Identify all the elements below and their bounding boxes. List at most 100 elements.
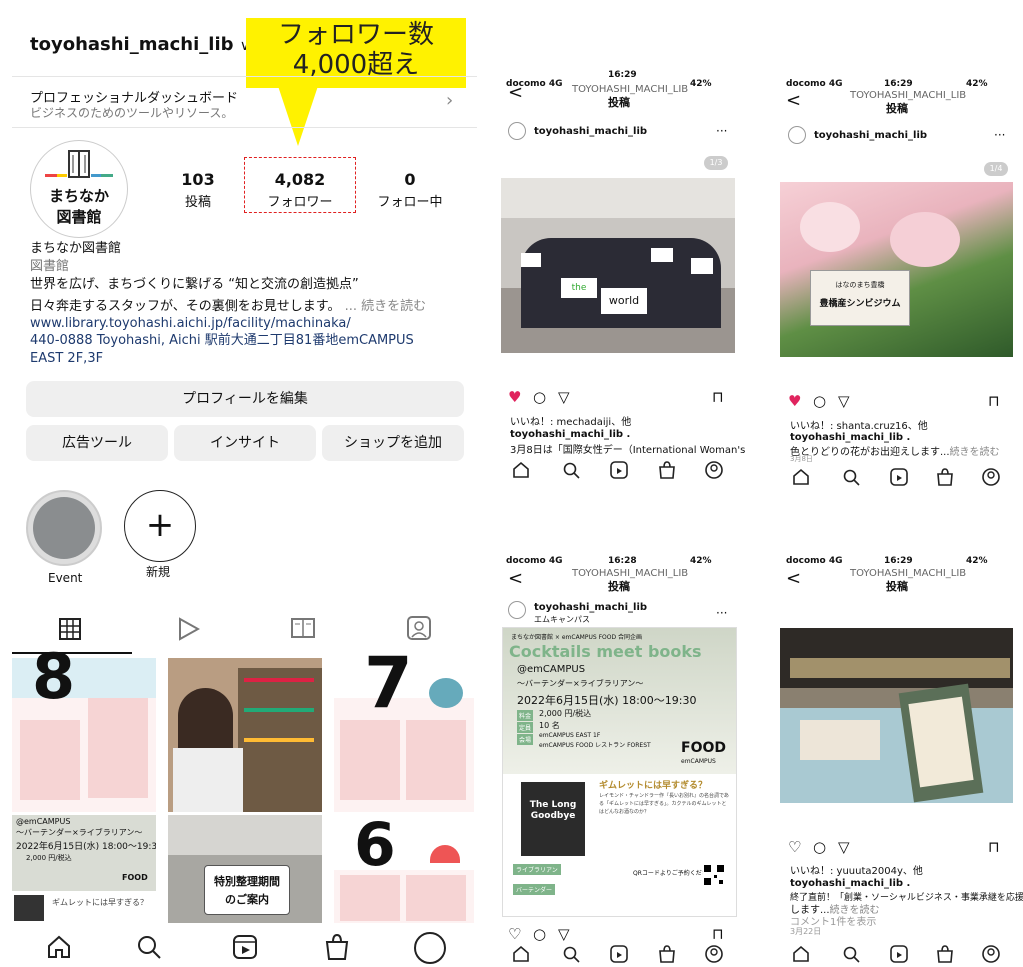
avatar-text-1: まちなか [48,187,109,205]
new-highlight-button[interactable]: + [124,490,196,562]
p1-save-icon[interactable]: ⊓ [712,388,724,406]
p1-user-avatar[interactable] [508,122,526,140]
p1-reels-icon[interactable] [610,461,628,479]
guides-tab-icon[interactable] [290,616,316,640]
ad-tools-button[interactable]: 広告ツール [26,425,168,461]
grid-post-2[interactable] [168,658,322,812]
p4-time: 16:29 [884,556,913,566]
p3-user-avatar[interactable] [508,601,526,619]
post-4-campus: @emCAMPUS [16,817,71,826]
chevron-right-icon[interactable]: › [446,90,453,111]
p2-search-icon[interactable] [842,468,860,486]
home-icon[interactable] [46,934,72,960]
p1-share-icon[interactable]: ▽ [558,388,570,406]
edit-profile-button[interactable]: プロフィールを編集 [26,381,464,417]
grid-post-4[interactable]: @emCAMPUS ～バーテンダー×ライブラリアン～ 2022年6月15日(水)… [12,815,156,923]
read-more-link[interactable]: ... 続きを読む [345,299,427,314]
insights-button[interactable]: インサイト [174,425,316,461]
p4-save-icon[interactable]: ⊓ [988,838,1000,856]
website-link[interactable]: www.library.toyohashi.aichi.jp/facility/… [30,316,351,331]
grid-post-3[interactable]: 7 [334,648,474,812]
p1-post-image[interactable]: the world [501,178,735,353]
p2-caption-user[interactable]: toyohashi_machi_lib . [790,432,910,443]
grid-post-5[interactable]: 特別整理期間 のご案内 [168,815,322,923]
profile-nav-avatar[interactable] [414,932,446,964]
grid-post-1[interactable]: 8 [12,646,156,812]
p1-username[interactable]: toyohashi_machi_lib [534,126,647,137]
p3-comment-icon[interactable]: ○ [533,925,546,943]
p3-cap: 10 名 [539,721,560,730]
p3-search-icon[interactable] [562,945,580,963]
p4-reels-icon[interactable] [890,945,908,963]
p2-username[interactable]: toyohashi_machi_lib [814,130,927,141]
p3-home-icon[interactable] [512,945,530,963]
p2-home-icon[interactable] [792,468,810,486]
following-label[interactable]: フォロー中 [365,191,455,210]
shop-icon[interactable] [324,933,350,961]
profile-category: 図書館 [30,259,70,274]
p1-profile-icon[interactable] [705,461,723,479]
profile-username[interactable]: toyohashi_machi_lib ∨ [30,34,250,55]
p1-shop-icon[interactable] [658,461,676,479]
p3-lib-label: ライブラリアン [513,864,561,875]
reels-tab-icon[interactable] [176,617,200,641]
p1-home-icon[interactable] [512,461,530,479]
p3-reels-icon[interactable] [610,945,628,963]
tagged-tab-icon[interactable] [406,615,432,641]
p2-date: 3月8日 [790,455,813,463]
p4-search-icon[interactable] [842,945,860,963]
p1-likes[interactable]: いいね！: mechadaiji、他 [510,413,631,428]
p3-share-icon[interactable]: ▽ [558,925,570,943]
p2-like-icon[interactable]: ♥ [788,392,801,410]
p1-search-icon[interactable] [562,461,580,479]
p3-head: まちなか図書館 × emCAMPUS FOOD 合同企画 [511,634,642,641]
address-link[interactable]: 440-0888 Toyohashi, Aichi 駅前大通二丁目81番地emC… [30,332,450,368]
p4-home-icon[interactable] [792,945,810,963]
p3-venue1: emCAMPUS EAST 1F [539,732,601,739]
add-shop-button[interactable]: ショップを追加 [322,425,464,461]
p3-save-icon[interactable]: ⊓ [712,925,724,943]
p4-shop-icon[interactable] [936,945,954,963]
p4-comment-icon[interactable]: ○ [813,838,826,856]
p2-back-icon[interactable]: < [786,90,801,111]
p2-reels-icon[interactable] [890,468,908,486]
search-icon[interactable] [136,934,162,960]
p2-more-icon[interactable]: ··· [994,128,1005,142]
p2-read-more[interactable]: 続きを読む [950,447,1000,458]
p3-username[interactable]: toyohashi_machi_lib [534,602,647,613]
p2-profile-icon[interactable] [982,468,1000,486]
p1-like-icon[interactable]: ♥ [508,388,521,406]
p2-comment-icon[interactable]: ○ [813,392,826,410]
p2-save-icon[interactable]: ⊓ [988,392,1000,410]
p3-cap-label: 定員 [517,722,534,733]
p1-counter: 1/3 [704,156,728,170]
p3-more-icon[interactable]: ··· [716,606,727,620]
grid-tab-icon[interactable] [58,617,82,641]
p2-shop-icon[interactable] [936,468,954,486]
posts-label[interactable]: 投稿 [153,191,243,210]
reels-icon[interactable] [232,934,258,960]
p4-like-icon[interactable]: ♡ [788,838,801,856]
p3-back-icon[interactable]: < [508,568,523,589]
p4-caption-user[interactable]: toyohashi_machi_lib . [790,878,910,889]
p4-post-image[interactable] [780,628,1013,803]
p4-likes[interactable]: いいね！: yuuuta2004y、他 [790,862,923,877]
p3-location[interactable]: エムキャンパス [534,614,590,625]
p2-share-icon[interactable]: ▽ [838,392,850,410]
post-4-sub: ～バーテンダー×ライブラリアン～ [16,828,143,837]
p1-comment-icon[interactable]: ○ [533,388,546,406]
p2-user-avatar[interactable] [788,126,806,144]
p4-profile-icon[interactable] [982,945,1000,963]
p3-like-icon[interactable]: ♡ [508,925,521,943]
p2-likes[interactable]: いいね！: shanta.cruz16、他 [790,417,928,432]
p3-profile-icon[interactable] [705,945,723,963]
grid-post-6[interactable]: 6 [334,815,474,923]
p2-post-image[interactable]: はなのまち豊橋 豊橋産シンビジウム [780,182,1013,357]
p1-back-icon[interactable]: < [508,82,523,103]
p1-more-icon[interactable]: ··· [716,124,727,138]
p4-share-icon[interactable]: ▽ [838,838,850,856]
p1-caption-user[interactable]: toyohashi_machi_lib . [510,429,630,440]
p3-post-image[interactable]: まちなか図書館 × emCAMPUS FOOD 合同企画 Cocktails m… [502,627,737,917]
p4-back-icon[interactable]: < [786,568,801,589]
p3-shop-icon[interactable] [658,945,676,963]
